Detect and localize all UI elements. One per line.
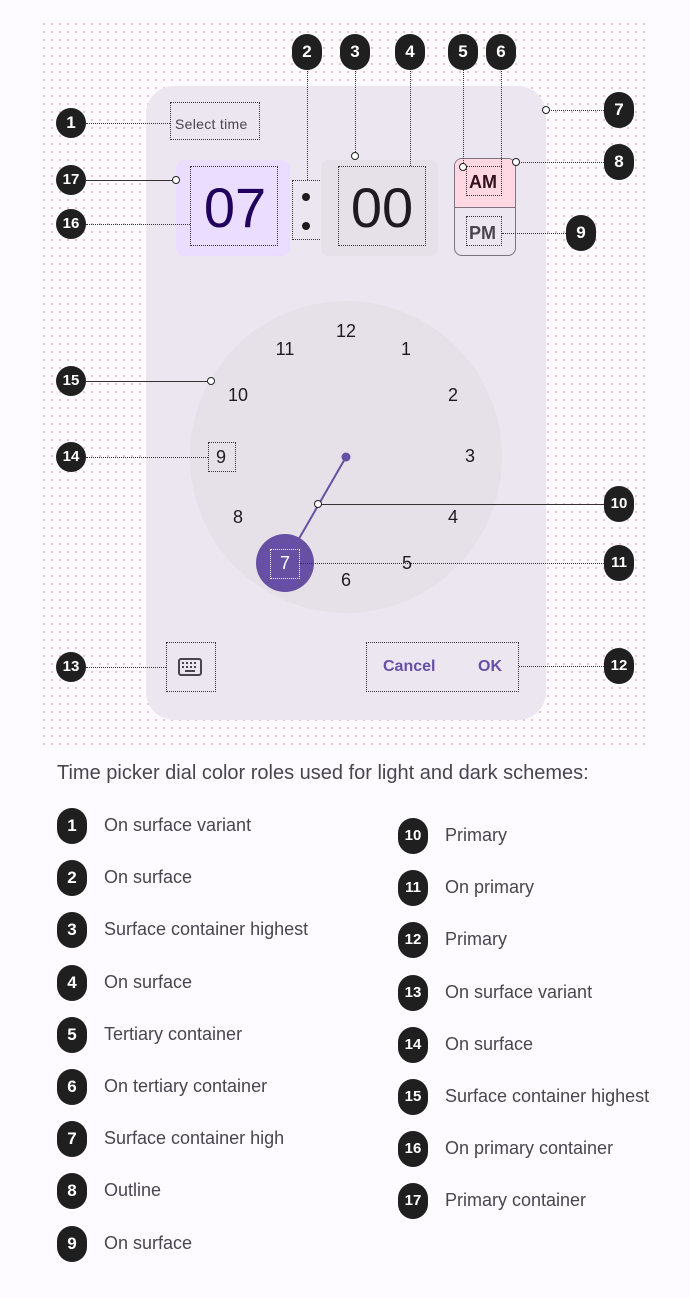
legend-role-label: Primary container [445, 1190, 587, 1210]
anchor-15 [207, 377, 215, 385]
clock-dial-graphic [190, 301, 502, 613]
legend-number-badge: 17 [398, 1183, 428, 1219]
callout-badge-3: 3 [340, 34, 370, 70]
callout-badge-15: 15 [56, 366, 86, 396]
legend-role-label: On surface variant [445, 982, 593, 1002]
leader-line-1 [86, 123, 170, 124]
legend-number-badge: 11 [398, 870, 428, 906]
callout-badge-4: 4 [395, 34, 425, 70]
legend-number-badge: 16 [398, 1131, 428, 1167]
callout-badge-7: 7 [604, 92, 634, 128]
legend-number-badge: 2 [57, 860, 87, 896]
callout-badge-16: 16 [56, 209, 86, 239]
ok-button[interactable]: OK [478, 658, 502, 676]
anchor-17 [172, 176, 180, 184]
dial-number-10[interactable]: 10 [223, 385, 253, 405]
leader-line-8 [516, 162, 604, 163]
legend-role-label: On tertiary container [104, 1076, 268, 1096]
clock-center [341, 452, 351, 462]
dial-number-12[interactable]: 12 [331, 321, 361, 341]
keyboard-icon[interactable] [178, 658, 202, 676]
time-picker-diagram: Select time 07 00 AM PM 12 1 2 3 4 5 6 8… [0, 0, 690, 760]
legend-role-label: Surface container highest [104, 919, 309, 939]
legend-number-badge: 12 [398, 922, 428, 958]
callout-badge-17: 17 [56, 165, 86, 195]
selected-number-highlight [270, 549, 300, 579]
leader-line-17 [86, 180, 176, 181]
dial-number-9-highlight [208, 442, 236, 472]
leader-line-11 [300, 563, 604, 564]
leader-line-9 [502, 233, 566, 234]
leader-line-7 [546, 110, 604, 111]
callout-badge-13: 13 [56, 652, 86, 682]
leader-line-5 [463, 68, 464, 163]
dial-number-11[interactable]: 11 [270, 339, 300, 359]
legend-number-badge: 13 [398, 975, 428, 1011]
leader-line-2 [307, 68, 308, 180]
legend-number-badge: 8 [57, 1173, 87, 1209]
legend-role-label: On surface [445, 1034, 534, 1054]
legend-role-label: On surface [104, 972, 193, 992]
dial-number-4[interactable]: 4 [438, 507, 468, 527]
legend-number-badge: 4 [57, 965, 87, 1001]
callout-badge-8: 8 [604, 144, 634, 180]
leader-line-16 [86, 224, 190, 225]
legend-role-label: On primary [445, 877, 535, 897]
legend-number-badge: 6 [57, 1069, 87, 1105]
legend-number-badge: 15 [398, 1079, 428, 1115]
leader-line-12 [519, 666, 604, 667]
legend-number-badge: 14 [398, 1027, 428, 1063]
callout-badge-1: 1 [56, 108, 86, 138]
callout-badge-11: 11 [604, 545, 634, 581]
leader-line-6 [501, 68, 502, 166]
legend-number-badge: 9 [57, 1226, 87, 1262]
dial-number-6[interactable]: 6 [331, 570, 361, 590]
anchor-7 [542, 106, 550, 114]
anchor-3 [351, 152, 359, 160]
leader-line-14 [86, 457, 208, 458]
cancel-button[interactable]: Cancel [383, 658, 435, 676]
callout-badge-9: 9 [566, 215, 596, 251]
legend-role-label: Surface container highest [445, 1086, 650, 1106]
anchor-10 [314, 500, 322, 508]
dial-number-2[interactable]: 2 [438, 385, 468, 405]
dial-number-3[interactable]: 3 [455, 446, 485, 466]
leader-line-4 [410, 68, 411, 166]
dial-number-1[interactable]: 1 [391, 339, 421, 359]
legend-title: Time picker dial color roles used for li… [57, 762, 589, 784]
callout-badge-5: 5 [448, 34, 478, 70]
callout-badge-2: 2 [292, 34, 322, 70]
dial-number-8[interactable]: 8 [223, 507, 253, 527]
legend-role-label: Outline [104, 1180, 162, 1200]
leader-line-10 [318, 504, 604, 505]
leader-line-3 [355, 68, 356, 156]
callout-badge-6: 6 [486, 34, 516, 70]
legend-number-badge: 1 [57, 808, 87, 844]
callout-badge-10: 10 [604, 486, 634, 522]
legend-role-label: On surface [104, 1233, 193, 1253]
legend-role-label: Surface container high [104, 1128, 285, 1148]
legend-role-label: On surface [104, 867, 193, 887]
anchor-8 [512, 158, 520, 166]
anchor-5 [459, 163, 467, 171]
leader-line-13 [86, 667, 166, 668]
legend-role-label: On surface variant [104, 815, 252, 835]
legend-role-label: Tertiary container [104, 1024, 243, 1044]
legend-role-label: On primary container [445, 1138, 614, 1158]
callout-badge-12: 12 [604, 648, 634, 684]
legend-role-label: Primary [445, 929, 507, 949]
legend-role-label: Primary [445, 825, 507, 845]
leader-line-15 [86, 381, 211, 382]
legend-number-badge: 10 [398, 818, 428, 854]
legend-number-badge: 3 [57, 912, 87, 948]
legend-number-badge: 7 [57, 1121, 87, 1157]
callout-badge-14: 14 [56, 442, 86, 472]
legend-number-badge: 5 [57, 1017, 87, 1053]
